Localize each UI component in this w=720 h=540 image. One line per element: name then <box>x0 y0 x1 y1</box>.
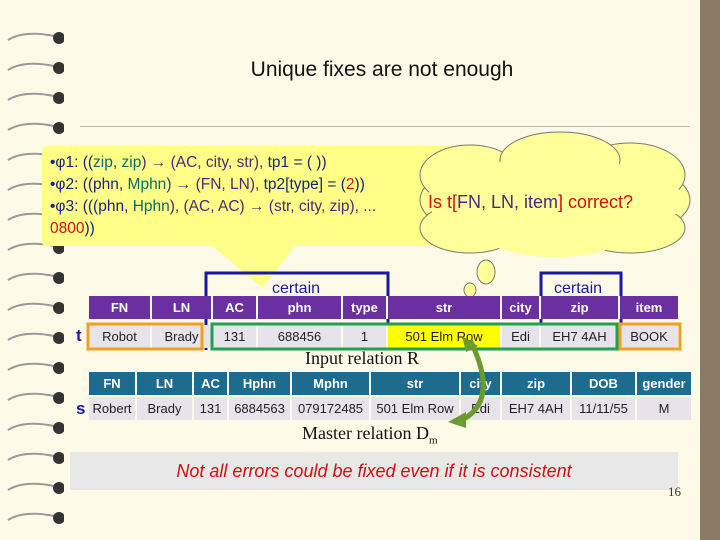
column-header: gender <box>637 372 693 395</box>
rule-phi1: •φ1: ((zip, zip) → (AC, city, str), tp1 … <box>50 154 327 171</box>
column-header: Hphn <box>229 372 292 395</box>
column-header: str <box>371 372 461 395</box>
note-box: Not all errors could be fixed even if it… <box>70 452 678 490</box>
column-header: type <box>343 296 388 319</box>
table-cell: Brady <box>152 325 213 348</box>
column-header: city <box>502 296 541 319</box>
table-cell: 501 Elm Row <box>388 325 502 348</box>
input-relation-label: Input relation R <box>305 348 419 368</box>
column-header: str <box>388 296 502 319</box>
column-header: city <box>461 372 502 395</box>
page-number: 16 <box>668 484 681 499</box>
table-cell: 11/11/55 <box>572 397 637 420</box>
table-cell: Edi <box>461 397 502 420</box>
table-cell: 688456 <box>258 325 343 348</box>
table-cell: EH7 4AH <box>502 397 572 420</box>
table-cell: 079172485 <box>292 397 371 420</box>
rules-text: •φ1: ((zip, zip) → (AC, city, str), tp1 … <box>50 154 377 237</box>
table-cell: Robert <box>89 397 137 420</box>
rule-phi2: •φ2: ((phn, Mphn) → (FN, LN), tp2[type] … <box>50 176 365 193</box>
table-cell: EH7 4AH <box>541 325 620 348</box>
column-header: DOB <box>572 372 637 395</box>
tuple-t-label: t <box>76 326 82 345</box>
master-relation-label: Master relation Dm <box>302 423 438 447</box>
column-header: zip <box>541 296 620 319</box>
table-cell: BOOK <box>620 325 680 348</box>
cloud-question: Is t[FN, LN, item] correct? <box>428 192 634 212</box>
table-cell: 6884563 <box>229 397 292 420</box>
table-cell: 501 Elm Row <box>371 397 461 420</box>
tuple-s-label: s <box>76 399 86 418</box>
table-cell: 131 <box>213 325 258 348</box>
column-header: AC <box>213 296 258 319</box>
column-header: LN <box>137 372 194 395</box>
table-cell: 1 <box>343 325 388 348</box>
column-header: FN <box>89 372 137 395</box>
column-header: AC <box>194 372 229 395</box>
table-cell: Edi <box>502 325 541 348</box>
column-header: LN <box>152 296 213 319</box>
table-cell: Robot <box>89 325 152 348</box>
rule-phi3: •φ3: (((phn, Hphn), (AC, AC) → (str, cit… <box>50 198 377 215</box>
column-header: FN <box>89 296 152 319</box>
table-cell: Brady <box>137 397 194 420</box>
column-header: zip <box>502 372 572 395</box>
column-header: Mphn <box>292 372 371 395</box>
table-cell: 131 <box>194 397 229 420</box>
table-cell: M <box>637 397 693 420</box>
column-header: phn <box>258 296 343 319</box>
column-header: item <box>620 296 680 319</box>
